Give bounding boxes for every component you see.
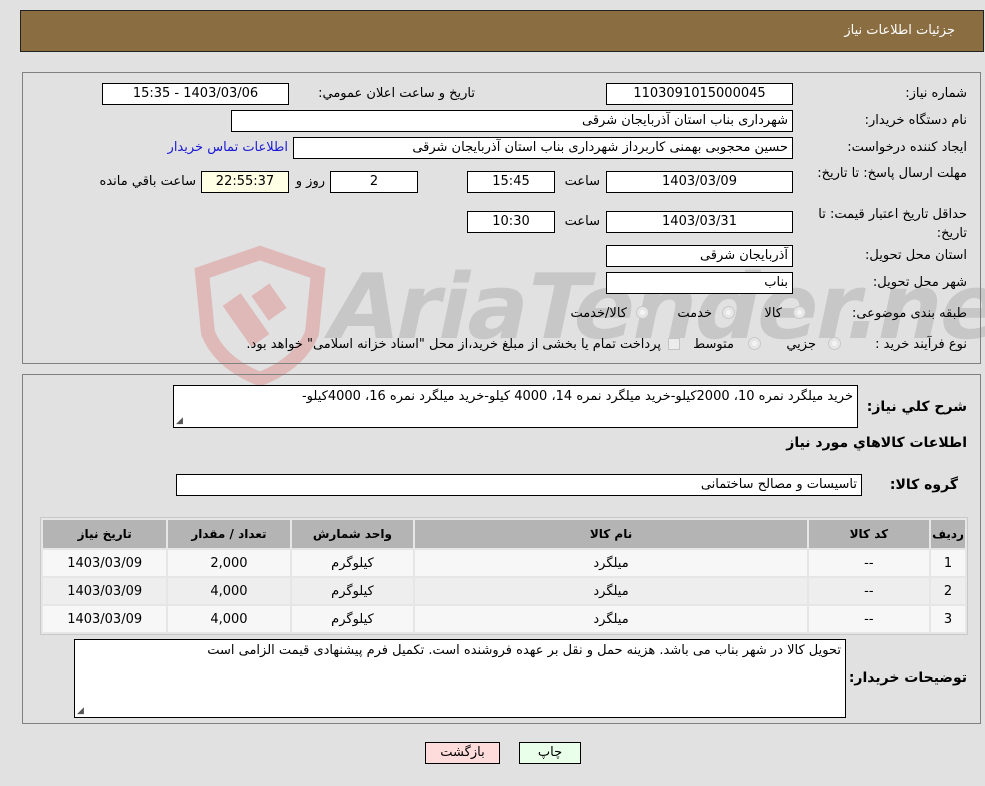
cell-quantity: 4,000	[168, 578, 290, 604]
process-option-minor: جزيي	[786, 337, 816, 352]
buyer-contact-link[interactable]: اطلاعات تماس خریدار	[168, 140, 288, 155]
cell-goods-name: میلگرد	[415, 606, 807, 632]
description-textarea[interactable]: خرید میلگرد نمره 10، 2000کیلو-خرید میلگر…	[173, 385, 858, 428]
col-row-number: ردیف	[931, 520, 965, 548]
category-option-goods-service: کالا/خدمت	[570, 306, 627, 321]
deadline-date-field: 1403/03/09	[606, 171, 793, 193]
category-radio-goods-service[interactable]	[636, 306, 649, 319]
days-remaining-field: 2	[330, 171, 418, 193]
category-option-service: خدمت	[677, 306, 712, 321]
category-radio-service[interactable]	[722, 306, 735, 319]
table-row: 3 -- میلگرد کیلوگرم 4,000 1403/03/09	[43, 606, 965, 632]
buyer-notes-text: تحویل کالا در شهر بناب می باشد. هزینه حم…	[207, 643, 841, 658]
cell-row-number: 2	[931, 578, 965, 604]
province-field: آذربایجان شرقی	[606, 245, 793, 267]
page-title: جزئیات اطلاعات نیاز	[844, 23, 955, 38]
buyer-org-label: نام دستگاه خریدار:	[864, 113, 967, 128]
cell-goods-name: میلگرد	[415, 550, 807, 576]
payment-note: پرداخت تمام یا بخشی از مبلغ خرید،از محل …	[246, 337, 661, 352]
description-label: شرح كلي نياز:	[866, 399, 967, 415]
city-label: شهر محل تحویل:	[872, 275, 967, 290]
time-remaining-field: 22:55:37	[201, 171, 289, 193]
table-row: 2 -- میلگرد کیلوگرم 4,000 1403/03/09	[43, 578, 965, 604]
days-label: روز و	[295, 174, 325, 189]
col-goods-name: نام کالا	[415, 520, 807, 548]
table-row: 1 -- میلگرد کیلوگرم 2,000 1403/03/09	[43, 550, 965, 576]
creator-label: ایجاد کننده درخواست:	[847, 140, 967, 155]
goods-group-field: تاسیسات و مصالح ساختمانی	[176, 474, 862, 496]
cell-unit: کیلوگرم	[291, 606, 414, 632]
resize-grip-icon[interactable]: ◢	[77, 706, 84, 716]
buyer-org-field: شهرداری بناب استان آذربایجان شرقی	[231, 110, 793, 132]
cell-goods-code: --	[808, 550, 930, 576]
deadline-time-label: ساعت	[564, 174, 600, 189]
treasury-payment-checkbox[interactable]	[668, 338, 680, 350]
validity-time-label: ساعت	[564, 214, 600, 229]
col-need-date: تاریخ نیاز	[43, 520, 167, 548]
province-label: استان محل تحویل:	[865, 248, 967, 263]
goods-section-title: اطلاعات كالاهاي مورد نياز	[786, 435, 967, 451]
cell-quantity: 4,000	[168, 606, 290, 632]
cell-unit: کیلوگرم	[291, 550, 414, 576]
resize-grip-icon[interactable]: ◢	[176, 416, 183, 426]
creator-field: حسین محجوبی بهمنی کاربرداز شهرداری بناب …	[293, 137, 793, 159]
goods-group-label: گروه کالا:	[889, 477, 958, 493]
buyer-notes-label: توضیحات خریدار:	[848, 670, 967, 686]
back-button[interactable]: بازگشت	[425, 742, 500, 764]
cell-row-number: 3	[931, 606, 965, 632]
announce-label: تاريخ و ساعت اعلان عمومي:	[318, 86, 475, 101]
time-remaining-label: ساعت باقي مانده	[99, 174, 196, 189]
price-validity-label: حداقل تاریخ اعتبار قیمت: تا تاریخ:	[818, 207, 967, 241]
cell-need-date: 1403/03/09	[43, 578, 167, 604]
buyer-notes-textarea[interactable]: تحویل کالا در شهر بناب می باشد. هزینه حم…	[74, 639, 846, 718]
category-radio-goods[interactable]	[793, 306, 806, 319]
table-header-row: ردیف کد کالا نام کالا واحد شمارش تعداد /…	[43, 520, 965, 548]
col-goods-code: کد کالا	[808, 520, 930, 548]
validity-date-field: 1403/03/31	[606, 211, 793, 233]
description-text: خرید میلگرد نمره 10، 2000کیلو-خرید میلگر…	[301, 389, 853, 404]
goods-table: ردیف کد کالا نام کالا واحد شمارش تعداد /…	[40, 517, 968, 635]
city-field: بناب	[606, 272, 793, 294]
cell-quantity: 2,000	[168, 550, 290, 576]
cell-need-date: 1403/03/09	[43, 550, 167, 576]
cell-row-number: 1	[931, 550, 965, 576]
deadline-label: مهلت ارسال پاسخ: تا تاریخ:	[817, 166, 967, 181]
cell-need-date: 1403/03/09	[43, 606, 167, 632]
page-header: جزئیات اطلاعات نیاز	[20, 10, 984, 52]
validity-time-field: 10:30	[467, 211, 555, 233]
cell-goods-code: --	[808, 606, 930, 632]
process-label: نوع فرآیند خرید :	[875, 337, 967, 352]
col-unit: واحد شمارش	[291, 520, 414, 548]
cell-unit: کیلوگرم	[291, 578, 414, 604]
process-radio-medium[interactable]	[748, 337, 761, 350]
cell-goods-code: --	[808, 578, 930, 604]
cell-goods-name: میلگرد	[415, 578, 807, 604]
process-option-medium: متوسط	[693, 337, 734, 352]
need-number-field: 1103091015000045	[606, 83, 793, 105]
category-label: طبقه بندی موضوعی:	[851, 306, 967, 321]
process-radio-minor[interactable]	[828, 337, 841, 350]
col-quantity: تعداد / مقدار	[168, 520, 290, 548]
deadline-time-field: 15:45	[467, 171, 555, 193]
announce-datetime-field: 1403/03/06 - 15:35	[102, 83, 289, 105]
need-number-label: شماره نیاز:	[905, 86, 967, 101]
category-option-goods: کالا	[764, 306, 782, 321]
print-button[interactable]: چاپ	[519, 742, 581, 764]
